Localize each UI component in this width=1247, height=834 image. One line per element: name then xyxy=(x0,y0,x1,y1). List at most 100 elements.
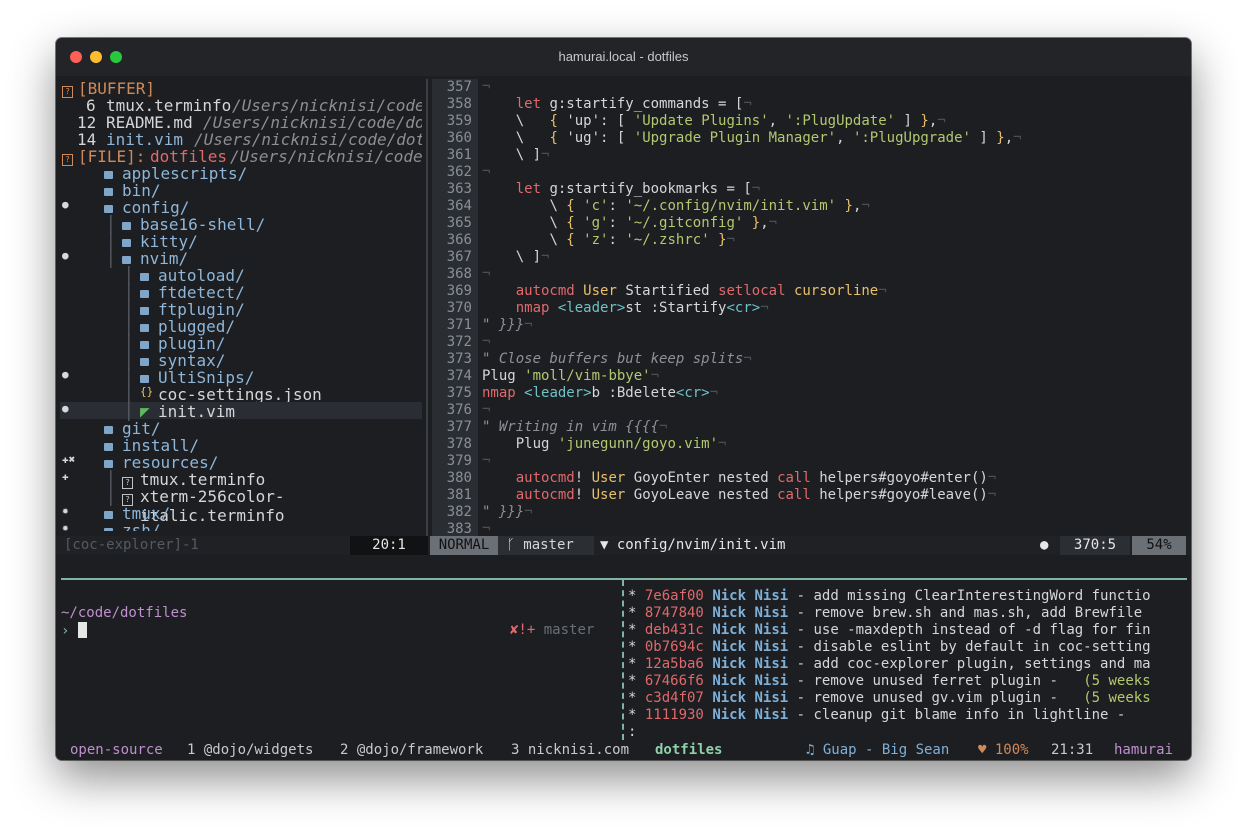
line-number: 374 xyxy=(446,368,472,384)
mode-indicator: NORMAL xyxy=(430,536,498,555)
tree-folder[interactable]: │ syntax/ xyxy=(60,351,422,370)
commit-hash: 12a5ba6 xyxy=(644,656,704,672)
split-divider[interactable] xyxy=(426,79,428,536)
commit-message: - add missing ClearInterestingWord funct… xyxy=(788,588,1151,604)
tmux-active-window[interactable]: dotfiles xyxy=(655,740,722,760)
tree-folder[interactable]: │ ftplugin/ xyxy=(60,300,422,319)
commit-message: - remove brew.sh and mas.sh, add Brewfil… xyxy=(788,605,1143,621)
terminal-window: hamurai.local - dotfiles ? [BUFFER] 6 tm… xyxy=(56,38,1191,760)
shell-prompt[interactable]: › xyxy=(61,622,87,639)
line-number: 357 xyxy=(446,79,472,95)
git-log-entry[interactable]: * c3d4f07 Nick Nisi - remove unused gv.v… xyxy=(628,690,1151,707)
git-log-entry[interactable]: * 0b7694c Nick Nisi - disable eslint by … xyxy=(628,639,1151,656)
tree-folder[interactable]: ● │ nvim/ xyxy=(60,249,422,268)
line-number: 366 xyxy=(446,232,472,248)
code-line: \ { 'ug': [ 'Upgrade Plugin Manager', ':… xyxy=(515,130,1022,146)
code-line: " Close buffers but keep splits¬ xyxy=(482,351,752,367)
code-line: nmap <leader>st :Startify<cr>¬ xyxy=(515,300,769,316)
tree-folder[interactable]: │ kitty/ xyxy=(60,232,422,251)
buffer-item[interactable]: 14 init.vim /Users/nicknisi/code/dotf xyxy=(60,130,422,149)
line-number: 382 xyxy=(446,504,472,520)
git-log-entry[interactable]: * 67466f6 Nick Nisi - remove unused ferr… xyxy=(628,673,1151,690)
title-bar: hamurai.local - dotfiles xyxy=(56,38,1191,76)
clock: 21:31 xyxy=(1051,742,1094,758)
code-line: \ { 'g': '~/.gitconfig' },¬ xyxy=(549,215,778,231)
git-log-pane[interactable]: * 7e6af00 Nick Nisi - add missing ClearI… xyxy=(628,588,1188,738)
tree-file[interactable]: ● │ ◤ init.vim xyxy=(60,402,422,421)
line-number: 359 xyxy=(446,113,472,129)
graph-marker: * xyxy=(628,707,645,723)
tree-folder[interactable]: applescripts/ xyxy=(60,164,422,183)
hostname: hamurai xyxy=(1114,742,1174,758)
pager-prompt[interactable]: : xyxy=(628,724,636,741)
prompt-symbol: › xyxy=(61,623,70,639)
line-number: 369 xyxy=(446,283,472,299)
code-line: \ { 'c': '~/.config/nvim/init.vim' },¬ xyxy=(549,198,870,214)
line-number: 368 xyxy=(446,266,472,282)
code-editor[interactable]: ¬ let g:startify_commands = [¬ \ { 'up':… xyxy=(482,79,1187,536)
buffer-header-row[interactable]: ? [BUFFER] xyxy=(60,79,422,98)
code-line: nmap <leader>b :Bdelete<cr>¬ xyxy=(482,385,719,401)
tmux-session[interactable]: open-source xyxy=(70,740,163,760)
line-number: 371 xyxy=(446,317,472,333)
tree-file[interactable]: │{} coc-settings.json xyxy=(60,385,422,404)
git-log-entry[interactable]: * 8747840 Nick Nisi - remove brew.sh and… xyxy=(628,605,1142,622)
git-branch-segment: ᚴ master xyxy=(498,536,594,555)
branch-name: master xyxy=(523,537,574,553)
file-explorer[interactable]: ? [BUFFER] 6 tmux.terminfo /Users/nickni… xyxy=(60,79,422,531)
tree-folder[interactable]: │ autoload/ xyxy=(60,266,422,285)
tree-folder[interactable]: bin/ xyxy=(60,181,422,200)
tmux-window[interactable]: 1 @dojo/widgets xyxy=(187,740,313,760)
commit-author: Nick Nisi xyxy=(712,656,789,672)
pane-divider-vertical[interactable] xyxy=(622,580,624,740)
tree-folder[interactable]: install/ xyxy=(60,436,422,455)
line-number: 379 xyxy=(446,453,472,469)
tree-folder[interactable]: │ ftdetect/ xyxy=(60,283,422,302)
buffer-item[interactable]: 6 tmux.terminfo /Users/nicknisi/code xyxy=(60,96,422,115)
buffer-item[interactable]: 12 README.md /Users/nicknisi/code/dot xyxy=(60,113,422,132)
git-log-entry[interactable]: * 12a5ba6 Nick Nisi - add coc-explorer p… xyxy=(628,656,1151,673)
tree-folder[interactable]: ✚✖ resources/ xyxy=(60,453,422,472)
git-status-sign: ✚ xyxy=(62,470,69,483)
git-status-sign: ● xyxy=(62,368,69,381)
line-number: 373 xyxy=(446,351,472,367)
commit-message: - use -maxdepth instead of -d flag for f… xyxy=(788,622,1151,638)
commit-message: - remove unused ferret plugin - xyxy=(788,673,1084,689)
code-line: Plug 'junegunn/goyo.vim'¬ xyxy=(515,436,727,452)
commit-author: Nick Nisi xyxy=(712,588,789,604)
code-line: let g:startify_bookmarks = [¬ xyxy=(515,181,761,197)
commit-hash: 67466f6 xyxy=(644,673,704,689)
tree-folder[interactable]: ✹ tmux/ xyxy=(60,504,422,523)
commit-hash: 8747840 xyxy=(644,605,704,621)
git-status-sign: ✚✖ xyxy=(62,453,76,466)
tree-folder[interactable]: │ plugged/ xyxy=(60,317,422,336)
tree-folder[interactable]: ● config/ xyxy=(60,198,422,217)
git-log-entry[interactable]: * deb431c Nick Nisi - use -maxdepth inst… xyxy=(628,622,1151,639)
line-number: 358 xyxy=(446,96,472,112)
explorer-position: 20:1 xyxy=(350,536,428,555)
file-header-row[interactable]: ? [FILE]: dotfiles /Users/nicknisi/code/ xyxy=(60,147,422,166)
tree-folder[interactable]: git/ xyxy=(60,419,422,438)
line-number: 360 xyxy=(446,130,472,146)
code-line: autocmd User Startified setlocal cursorl… xyxy=(515,283,887,299)
tree-folder[interactable]: │ plugin/ xyxy=(60,334,422,353)
code-line: let g:startify_commands = [¬ xyxy=(515,96,752,112)
git-log-entry[interactable]: * 7e6af00 Nick Nisi - add missing ClearI… xyxy=(628,588,1151,605)
pane-divider-horizontal[interactable] xyxy=(61,578,1187,580)
code-line: Plug 'moll/vim-bbye'¬ xyxy=(482,368,660,384)
cursor-position: 370:5 xyxy=(1060,536,1130,555)
commit-hash: 0b7694c xyxy=(644,639,704,655)
tree-folder[interactable]: ● │ UltiSnips/ xyxy=(60,368,422,387)
tree-folder[interactable]: ✹ zsh/ xyxy=(60,521,422,531)
git-log-entry[interactable]: * 1111930 Nick Nisi - cleanup git blame … xyxy=(628,707,1125,724)
tmux-window[interactable]: 2 @dojo/framework xyxy=(340,740,483,760)
tree-folder[interactable]: │ base16-shell/ xyxy=(60,215,422,234)
graph-marker: * xyxy=(628,690,645,706)
tmux-window[interactable]: 3 nicknisi.com xyxy=(511,740,629,760)
tree-file[interactable]: │? xterm-256color-italic.terminfo xyxy=(60,487,422,525)
window-title: hamurai.local - dotfiles xyxy=(558,49,689,64)
scroll-percent: 54% xyxy=(1132,536,1186,555)
commit-hash: 7e6af00 xyxy=(644,588,704,604)
tree-file[interactable]: ✚ │? tmux.terminfo xyxy=(60,470,422,489)
graph-marker: * xyxy=(628,639,645,655)
